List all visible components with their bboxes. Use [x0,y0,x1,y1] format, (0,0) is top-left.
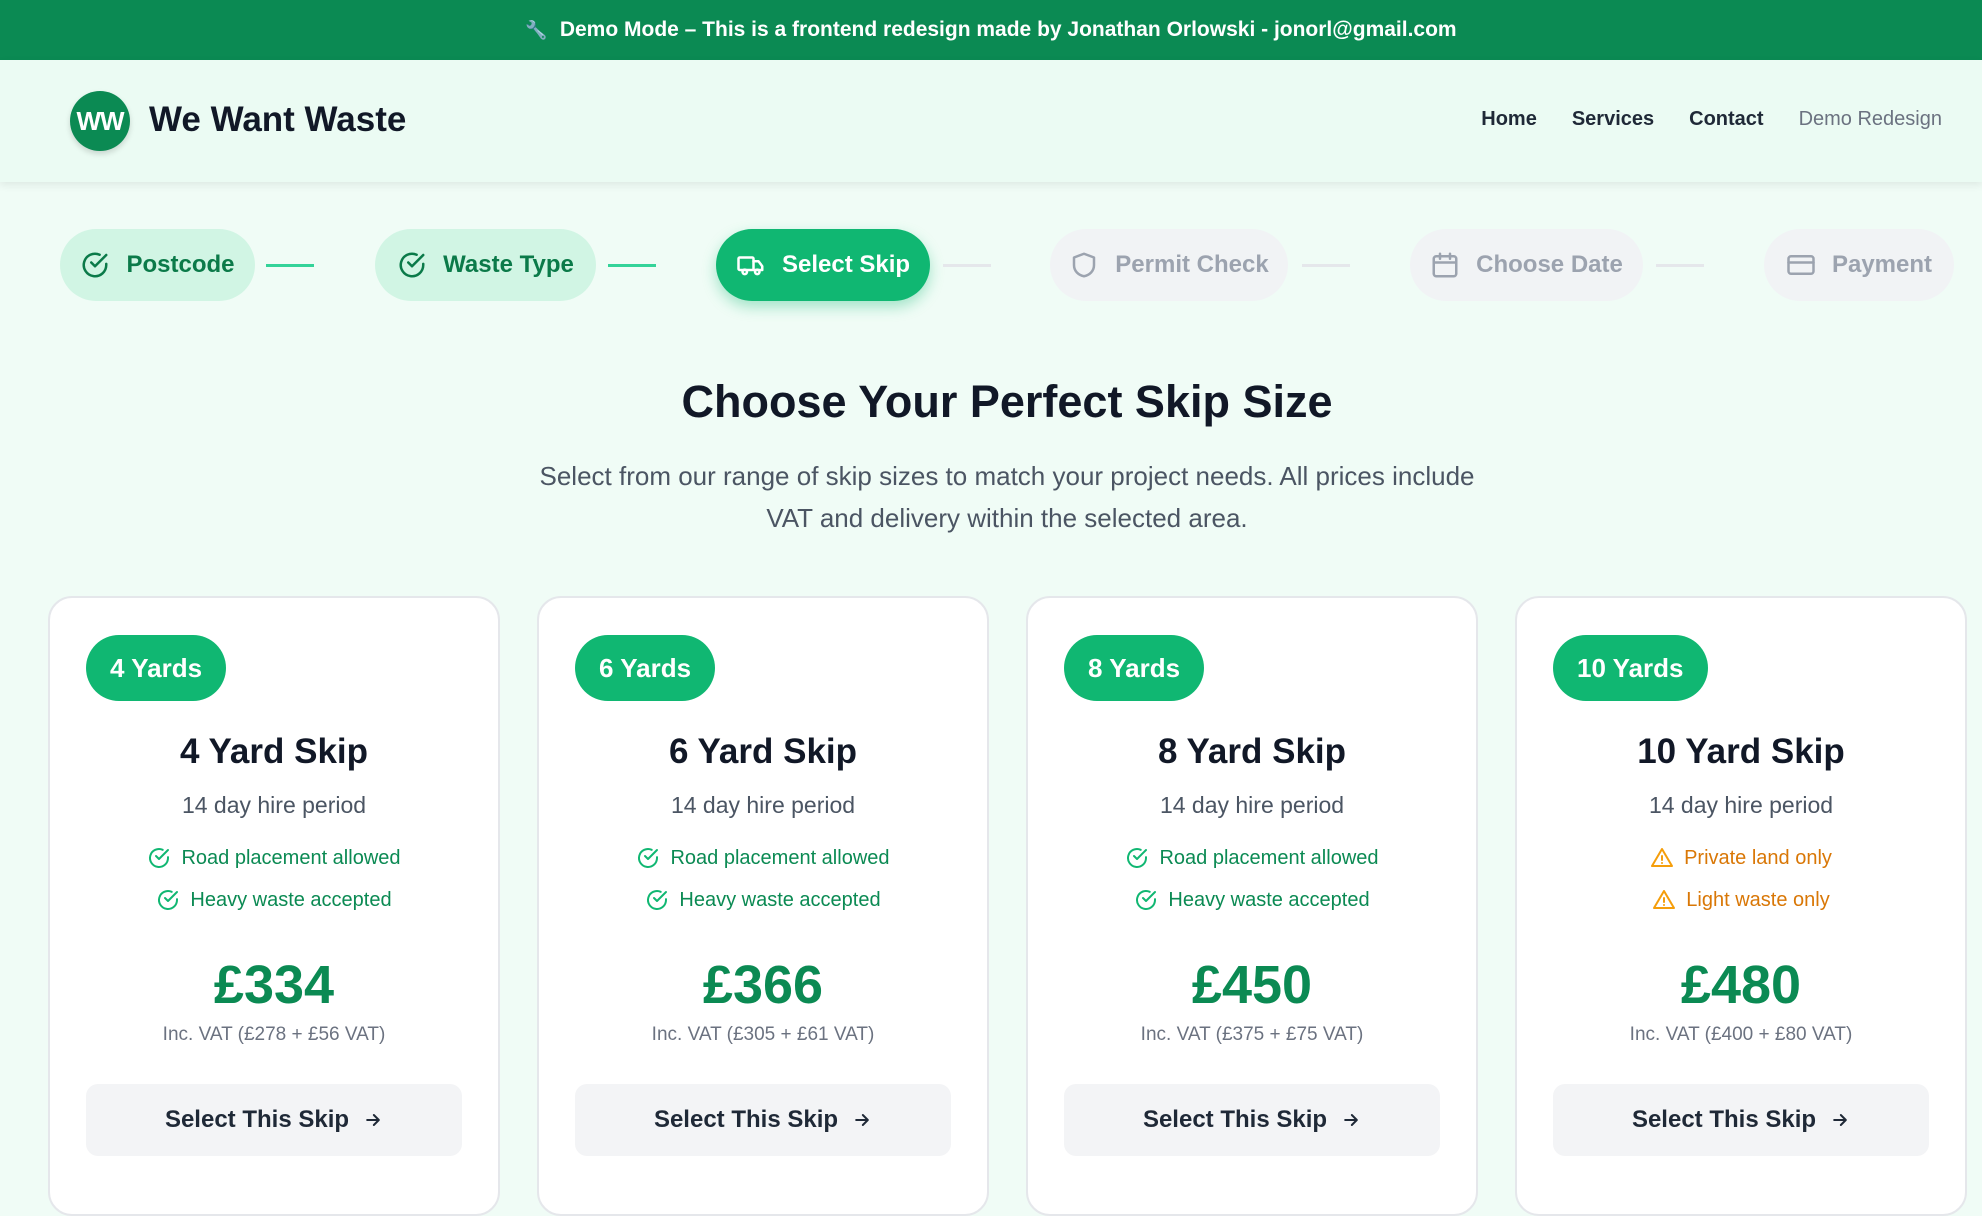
feature-text: Heavy waste accepted [190,888,392,911]
nav-demo-redesign[interactable]: Demo Redesign [1799,108,1942,131]
feature-item: Heavy waste accepted [1028,888,1476,912]
vat-breakdown: Inc. VAT (£278 + £56 VAT) [162,1024,386,1045]
step-payment[interactable]: Payment [1764,229,1954,301]
nav-services[interactable]: Services [1572,108,1654,131]
arrow-right-icon [1341,1110,1361,1130]
demo-banner-text: Demo Mode – This is a frontend redesign … [559,18,1457,41]
step-connector [1656,264,1704,267]
check-circle-icon [156,888,180,912]
check-circle-icon [1134,888,1158,912]
select-skip-button[interactable]: Select This Skip [1553,1084,1929,1156]
feature-text: Road placement allowed [181,846,401,869]
page-subtitle: Select from our range of skip sizes to m… [507,455,1507,539]
step-connector [943,264,991,267]
step-connector [608,264,656,267]
price: £334 [213,955,335,1015]
feature-item: Road placement allowed [50,846,498,870]
page-title: Choose Your Perfect Skip Size [681,376,1333,427]
feature-text: Light waste only [1686,888,1830,911]
size-badge: 8 Yards [1064,635,1205,701]
price: £480 [1680,955,1802,1015]
step-choose-date[interactable]: Choose Date [1410,229,1643,301]
vat-breakdown: Inc. VAT (£400 + £80 VAT) [1629,1024,1853,1045]
credit-card-icon [1786,250,1816,280]
feature-item: Road placement allowed [1028,846,1476,870]
brand-name[interactable]: We Want Waste [149,100,406,140]
vat-breakdown: Inc. VAT (£375 + £75 VAT) [1140,1024,1364,1045]
check-circle-icon [636,846,660,870]
skip-title: 8 Yard Skip [1157,732,1347,771]
warning-icon [1652,888,1676,912]
truck-icon [736,250,766,280]
feature-text: Heavy waste accepted [1168,888,1370,911]
feature-item: Heavy waste accepted [50,888,498,912]
feature-text: Road placement allowed [670,846,890,869]
step-connector [266,264,314,267]
hire-period: 14 day hire period [1648,792,1834,818]
step-label: Waste Type [443,251,574,278]
step-postcode[interactable]: Postcode [60,229,255,301]
demo-banner: 🔧 Demo Mode – This is a frontend redesig… [0,0,1982,60]
step-label: Select Skip [781,251,911,278]
feature-text: Road placement allowed [1159,846,1379,869]
feature-item: Road placement allowed [539,846,987,870]
skip-title: 6 Yard Skip [668,732,858,771]
check-circle-icon [397,250,427,280]
wrench-icon: 🔧 [525,19,548,40]
nav-home[interactable]: Home [1481,108,1537,131]
calendar-icon [1430,250,1460,280]
hire-period: 14 day hire period [1159,792,1345,818]
price: £450 [1191,955,1313,1015]
subtitle-line: VAT and delivery within the selected are… [766,503,1248,533]
select-skip-button[interactable]: Select This Skip [86,1084,462,1156]
feature-item: Heavy waste accepted [539,888,987,912]
step-label: Choose Date [1476,251,1623,278]
button-label: Select This Skip [1631,1106,1817,1133]
check-circle-icon [1125,846,1149,870]
size-badge: 4 Yards [86,635,227,701]
step-label: Postcode [126,251,235,278]
check-circle-icon [147,846,171,870]
feature-text: Private land only [1684,846,1832,869]
feature-item: Light waste only [1517,888,1965,912]
warning-icon [1650,846,1674,870]
feature-item: Private land only [1517,846,1965,870]
step-waste-type[interactable]: Waste Type [375,229,596,301]
feature-text: Heavy waste accepted [679,888,881,911]
step-permit-check[interactable]: Permit Check [1050,229,1288,301]
shield-icon [1069,250,1099,280]
main-nav: Home Services Contact Demo Redesign [1481,108,1942,131]
size-badge: 6 Yards [575,635,716,701]
skip-card-10-yard[interactable]: 10 Yards 10 Yard Skip 14 day hire period… [1515,596,1967,1216]
arrow-right-icon [363,1110,383,1130]
skip-card-6-yard[interactable]: 6 Yards 6 Yard Skip 14 day hire period R… [537,596,989,1216]
check-circle-icon [80,250,110,280]
skip-title: 4 Yard Skip [179,732,369,771]
hire-period: 14 day hire period [670,792,856,818]
skip-card-8-yard[interactable]: 8 Yards 8 Yard Skip 14 day hire period R… [1026,596,1478,1216]
arrow-right-icon [852,1110,872,1130]
arrow-right-icon [1830,1110,1850,1130]
step-select-skip[interactable]: Select Skip [716,229,930,301]
skip-card-4-yard[interactable]: 4 Yards 4 Yard Skip 14 day hire period R… [48,596,500,1216]
step-connector [1302,264,1350,267]
subtitle-line: Select from our range of skip sizes to m… [539,461,1475,491]
logo[interactable]: WW [70,91,130,151]
price: £366 [702,955,824,1015]
button-label: Select This Skip [653,1106,839,1133]
step-label: Permit Check [1115,251,1269,278]
vat-breakdown: Inc. VAT (£305 + £61 VAT) [651,1024,875,1045]
progress-stepper: Postcode Waste Type Select Skip Permit C… [0,229,1982,301]
select-skip-button[interactable]: Select This Skip [575,1084,951,1156]
hire-period: 14 day hire period [181,792,367,818]
button-label: Select This Skip [164,1106,350,1133]
button-label: Select This Skip [1142,1106,1328,1133]
skip-title: 10 Yard Skip [1637,732,1845,771]
size-badge: 10 Yards [1553,635,1708,701]
check-circle-icon [645,888,669,912]
step-label: Payment [1831,251,1933,278]
nav-contact[interactable]: Contact [1689,108,1763,131]
site-header: WW We Want Waste Home Services Contact D… [0,60,1982,182]
select-skip-button[interactable]: Select This Skip [1064,1084,1440,1156]
